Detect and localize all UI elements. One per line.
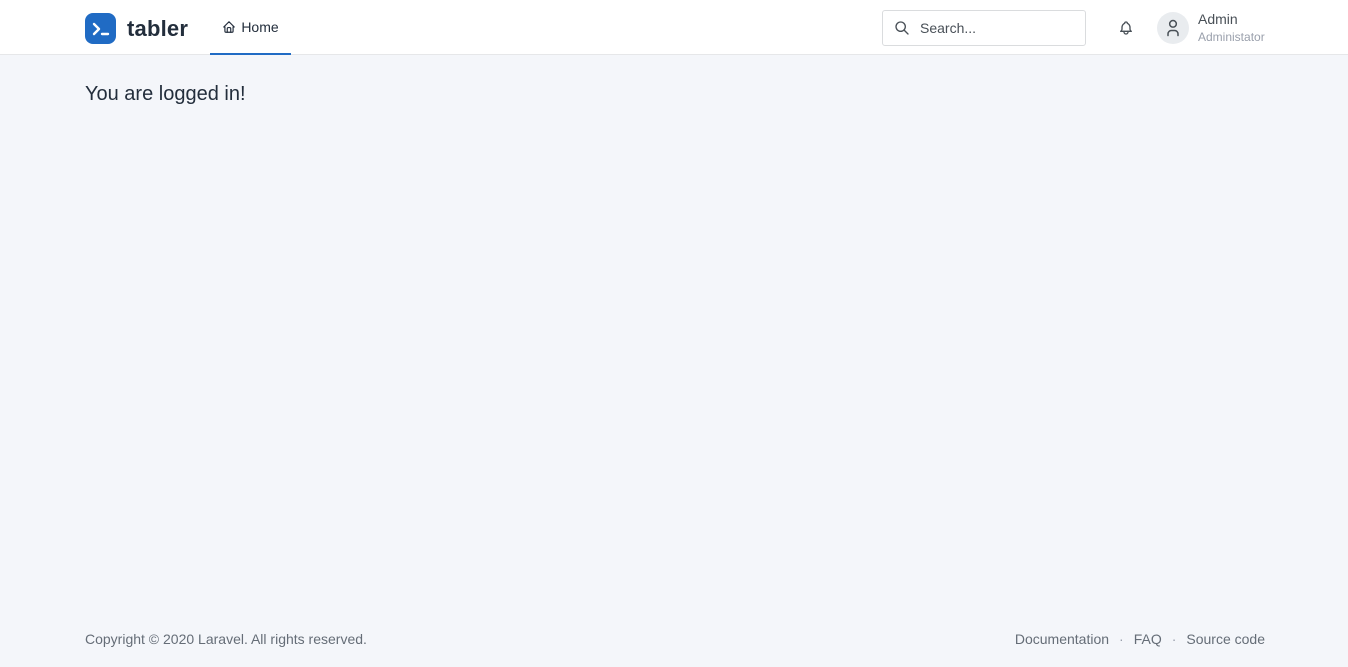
- nav-item-home-label: Home: [241, 18, 279, 35]
- user-info: Admin Administator: [1198, 11, 1265, 45]
- user-menu[interactable]: Admin Administator: [1157, 11, 1265, 45]
- search-input[interactable]: [920, 20, 1070, 36]
- faq-link[interactable]: FAQ: [1134, 631, 1162, 647]
- source-code-link[interactable]: Source code: [1186, 631, 1265, 647]
- documentation-link[interactable]: Documentation: [1015, 631, 1109, 647]
- user-role: Administator: [1198, 30, 1265, 44]
- avatar: [1157, 12, 1189, 44]
- brand-link[interactable]: tabler: [85, 13, 188, 44]
- top-navbar: tabler Home Search... Admin Administator: [0, 0, 1348, 55]
- notifications-button[interactable]: [1117, 19, 1135, 37]
- user-name: Admin: [1198, 11, 1238, 27]
- footer-separator: ·: [1171, 631, 1177, 647]
- logged-in-message: You are logged in!: [85, 83, 246, 105]
- footer-separator: ·: [1119, 631, 1124, 647]
- terminal-icon: [85, 13, 116, 44]
- search-box: [882, 10, 1086, 46]
- page-footer: Copyright © 2020 Laravel. All rights res…: [0, 620, 1348, 658]
- brand-name: tabler: [127, 15, 189, 41]
- bell-icon: [1118, 20, 1134, 36]
- footer-links: Documentation · FAQ · Source code: [1015, 631, 1265, 647]
- copyright-text: Copyright © 2020 Laravel. All rights res…: [85, 631, 367, 647]
- search-icon: [894, 20, 910, 36]
- user-icon: [1163, 18, 1183, 38]
- nav-item-home[interactable]: Home: [210, 0, 291, 55]
- home-icon: [222, 20, 241, 34]
